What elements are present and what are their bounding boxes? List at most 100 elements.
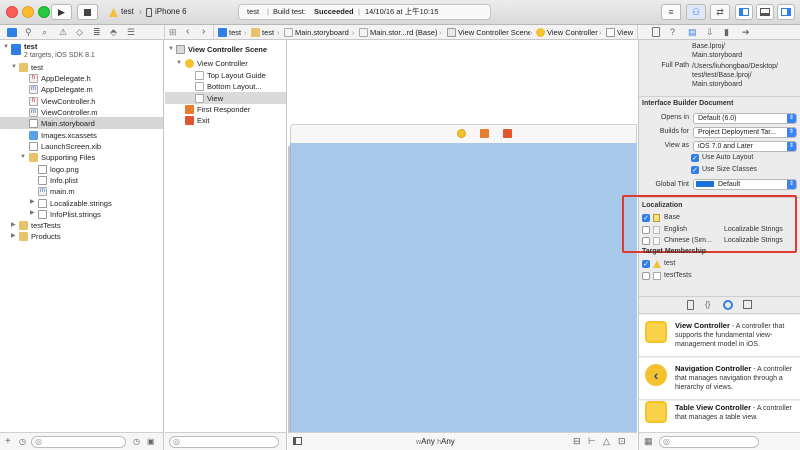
resolve-layout-icon[interactable]: △ bbox=[603, 436, 610, 447]
library-item[interactable]: View Controller - A controller that supp… bbox=[639, 315, 800, 357]
attributes-inspector-icon[interactable]: ⇩ bbox=[706, 27, 714, 38]
assistant-editor-button[interactable]: ⚇ bbox=[686, 4, 706, 20]
folder-icon[interactable] bbox=[7, 28, 17, 37]
list-item[interactable]: Images.xcassets bbox=[41, 130, 97, 141]
outline-view-controller[interactable]: View Controller bbox=[197, 58, 248, 69]
stop-button[interactable] bbox=[77, 4, 98, 20]
pin-icon[interactable]: ⊢ bbox=[588, 436, 596, 447]
toggle-utilities-button[interactable] bbox=[777, 4, 795, 20]
target-test-checkbox[interactable]: ✓ bbox=[642, 260, 650, 268]
search-icon[interactable]: ⌕ bbox=[42, 27, 47, 38]
opens-in-popup[interactable]: Default (6.0) ⇕ bbox=[693, 113, 797, 124]
related-items-icon[interactable]: ⊞ bbox=[169, 27, 177, 38]
size-classes-checkbox[interactable]: ✓ bbox=[691, 166, 699, 174]
disclosure-closed-icon[interactable]: ▶ bbox=[30, 197, 35, 208]
file-inspector-icon[interactable] bbox=[652, 27, 660, 37]
add-icon[interactable]: + bbox=[5, 436, 11, 447]
toggle-outline-icon[interactable] bbox=[293, 437, 302, 445]
list-item[interactable]: InfoPlist.strings bbox=[50, 209, 101, 220]
align-icon[interactable]: ⊟ bbox=[573, 436, 581, 447]
list-item[interactable]: AppDelegate.m bbox=[41, 84, 93, 95]
test-navigator-icon[interactable]: ◇ bbox=[76, 27, 83, 38]
minimize-window-button[interactable] bbox=[22, 6, 34, 18]
crumb-view[interactable]: View bbox=[617, 28, 637, 37]
filter-input[interactable]: ◎ bbox=[31, 436, 126, 448]
close-window-button[interactable] bbox=[6, 6, 18, 18]
library-item[interactable]: Table View Controller - A controller tha… bbox=[639, 401, 800, 432]
outline-scene[interactable]: View Controller Scene bbox=[188, 44, 267, 55]
crumb-storyboard[interactable]: Main.storyboard bbox=[295, 28, 351, 37]
debug-navigator-icon[interactable]: ≣ bbox=[93, 27, 101, 38]
outline-first-responder[interactable]: First Responder bbox=[197, 104, 250, 115]
disclosure-closed-icon[interactable]: ▶ bbox=[11, 220, 16, 231]
version-editor-button[interactable]: ⇄ bbox=[710, 4, 730, 20]
quick-help-icon[interactable]: ? bbox=[670, 27, 675, 37]
builds-for-popup[interactable]: Project Deployment Tar... ⇕ bbox=[693, 127, 797, 138]
identity-inspector-icon[interactable]: ▤ bbox=[688, 27, 697, 38]
forward-arrow-icon[interactable]: › bbox=[202, 26, 205, 37]
list-item[interactable]: AppDelegate.h bbox=[41, 73, 91, 84]
view-controller-icon[interactable] bbox=[457, 129, 466, 138]
crumb-localized-storyboard[interactable]: Main.stor...rd (Base) bbox=[370, 28, 438, 37]
crumb-view-controller[interactable]: View Controller bbox=[547, 28, 599, 37]
auto-layout-checkbox[interactable]: ✓ bbox=[691, 154, 699, 162]
outline-filter-input[interactable]: ◎ bbox=[169, 436, 279, 448]
view-as-popup[interactable]: iOS 7.0 and Later ⇕ bbox=[693, 141, 797, 152]
crumb-project[interactable]: test bbox=[229, 28, 241, 37]
size-inspector-icon[interactable]: ▮ bbox=[724, 27, 729, 38]
zoom-window-button[interactable] bbox=[38, 6, 50, 18]
list-item[interactable]: LaunchScreen.xib bbox=[41, 141, 101, 152]
recent-files-icon[interactable]: ◷ bbox=[19, 437, 26, 446]
group-test-tests[interactable]: testTests bbox=[31, 220, 61, 231]
disclosure-open-icon[interactable]: ▼ bbox=[20, 152, 26, 163]
global-tint-popup[interactable]: Default ⇕ bbox=[693, 179, 797, 190]
outline-item[interactable]: Bottom Layout... bbox=[207, 81, 262, 92]
list-item[interactable]: ViewController.h bbox=[41, 96, 95, 107]
library-filter-input[interactable]: ◎ bbox=[659, 436, 759, 448]
view-controller-view[interactable] bbox=[290, 143, 637, 434]
warning-icon[interactable]: ⚠ bbox=[59, 27, 67, 38]
outline-exit[interactable]: Exit bbox=[197, 115, 210, 126]
breakpoint-navigator-icon[interactable]: ⬘ bbox=[110, 27, 117, 38]
list-item[interactable]: Localizable.strings bbox=[50, 198, 112, 209]
recent-icon[interactable]: ◷ bbox=[133, 437, 140, 446]
log-navigator-icon[interactable]: ☰ bbox=[127, 27, 135, 38]
resizing-icon[interactable]: ⊡ bbox=[618, 436, 626, 447]
scheme-selector[interactable]: test › iPhone 6 bbox=[106, 5, 191, 19]
storyboard-canvas[interactable]: wAny hAny ⊟ ⊢ △ ⊡ bbox=[288, 40, 637, 450]
toggle-debug-button[interactable] bbox=[756, 4, 774, 20]
disclosure-open-icon[interactable]: ▼ bbox=[3, 42, 9, 53]
group-test[interactable]: test bbox=[31, 62, 43, 73]
standard-editor-button[interactable]: ≡ bbox=[661, 4, 681, 20]
toggle-navigator-button[interactable] bbox=[735, 4, 753, 20]
first-responder-icon[interactable] bbox=[480, 129, 489, 138]
outline-item[interactable]: Top Layout Guide bbox=[207, 70, 266, 81]
list-item-selected[interactable]: Main.storyboard bbox=[41, 118, 95, 129]
symbol-navigator-icon[interactable]: ⚲ bbox=[25, 27, 32, 38]
crumb-group[interactable]: test bbox=[262, 28, 274, 37]
disclosure-closed-icon[interactable]: ▶ bbox=[30, 208, 35, 219]
list-item[interactable]: main.m bbox=[50, 186, 75, 197]
outline-item-selected[interactable]: View bbox=[207, 93, 223, 104]
disclosure-open-icon[interactable]: ▼ bbox=[168, 44, 174, 55]
size-class-control[interactable]: wAny hAny bbox=[416, 436, 455, 448]
connections-inspector-icon[interactable]: ➔ bbox=[742, 27, 750, 38]
file-template-icon[interactable] bbox=[687, 300, 694, 310]
code-snippet-icon[interactable]: {} bbox=[705, 300, 710, 309]
group-products[interactable]: Products bbox=[31, 231, 61, 242]
group-supporting-files[interactable]: Supporting Files bbox=[41, 152, 95, 163]
list-item[interactable]: logo.png bbox=[50, 164, 79, 175]
run-button[interactable]: ▶ bbox=[51, 4, 72, 20]
exit-icon[interactable] bbox=[503, 129, 512, 138]
media-library-icon[interactable] bbox=[743, 300, 752, 309]
disclosure-closed-icon[interactable]: ▶ bbox=[11, 231, 16, 242]
disclosure-open-icon[interactable]: ▼ bbox=[176, 58, 182, 69]
disclosure-open-icon[interactable]: ▼ bbox=[11, 62, 17, 73]
list-item[interactable]: Info.plist bbox=[50, 175, 78, 186]
source-control-icon[interactable]: ▣ bbox=[147, 437, 155, 446]
library-item[interactable]: ‹ Navigation Controller - A controller t… bbox=[639, 358, 800, 400]
back-arrow-icon[interactable]: ‹ bbox=[186, 26, 189, 37]
grid-view-icon[interactable]: ▦ bbox=[644, 436, 653, 447]
object-library-icon[interactable] bbox=[723, 300, 733, 310]
crumb-scene[interactable]: View Controller Scene bbox=[458, 28, 530, 37]
